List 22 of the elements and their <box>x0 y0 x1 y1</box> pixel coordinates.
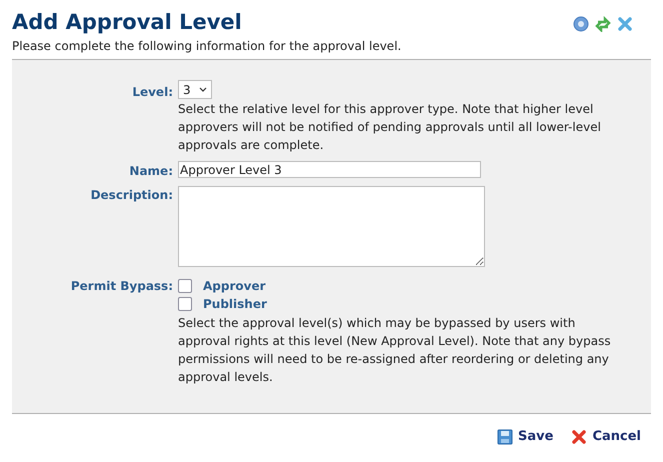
cancel-button[interactable]: Cancel <box>571 427 641 446</box>
close-icon[interactable] <box>617 16 633 32</box>
name-field[interactable]: Approver Level 3 <box>178 161 481 178</box>
field-label: Level: <box>131 84 174 101</box>
close-icon <box>571 428 588 445</box>
field-label: Name: <box>128 163 174 180</box>
field-label: Description: <box>90 187 174 204</box>
help-text: Select the approval level(s) which may be bypassed by users with approval rights at this level (New Approval Level). Note that any bypass permissions will need to be re-assigned after reordering or deleting any approval levels. <box>178 315 612 386</box>
save-button[interactable]: Save <box>497 427 554 446</box>
field-label: Permit Bypass: <box>70 278 174 295</box>
checkbox-label: Publisher <box>203 296 267 313</box>
dialog-title: Add Approval Level <box>12 9 243 36</box>
refresh-icon[interactable] <box>595 16 611 32</box>
help-icon[interactable] <box>573 16 589 32</box>
checkbox[interactable] <box>178 279 192 293</box>
help-text: Select the relative level for this approver type. Note that higher level approvers will not be notified of pending approvals until all lower-level approvals are complete. <box>178 101 602 154</box>
description-field[interactable] <box>178 186 485 267</box>
chevron-down-icon <box>198 87 207 92</box>
checkbox-label: Approver <box>203 278 266 295</box>
level-select[interactable]: 3 <box>178 80 212 99</box>
checkbox[interactable] <box>178 297 192 311</box>
dialog-subtitle: Please complete the following information for the approval level. <box>12 38 402 55</box>
